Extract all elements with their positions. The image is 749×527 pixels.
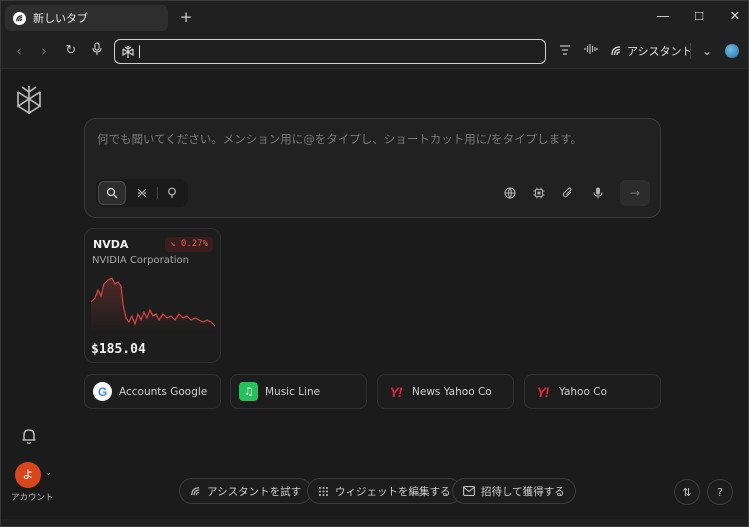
attach-button[interactable]	[559, 184, 577, 202]
grid-icon	[318, 486, 329, 497]
stock-company: NVIDIA Corporation	[92, 255, 190, 266]
try-assistant-button[interactable]: アシスタントを試す	[179, 478, 313, 504]
shortcut-news-yahoo[interactable]: Y! News Yahoo Co	[377, 374, 514, 409]
tab-new-tab[interactable]: 新しいタブ	[5, 5, 168, 31]
stock-sparkline	[91, 277, 215, 332]
music-line-icon: ♫	[239, 382, 258, 401]
assistant-icon	[190, 486, 201, 497]
account-label[interactable]: アカウント	[11, 491, 54, 503]
shortcut-yahoo[interactable]: Y! Yahoo Co	[524, 374, 661, 409]
microphone-icon	[92, 42, 102, 55]
mode-selector	[96, 179, 188, 207]
microphone-icon	[593, 187, 603, 199]
new-tab-button[interactable]: +	[177, 7, 195, 27]
lightbulb-icon	[168, 187, 176, 198]
yahoo-icon: Y!	[536, 383, 550, 400]
labs-mode-button[interactable]	[158, 181, 186, 205]
voice-search-button[interactable]	[88, 42, 106, 60]
invite-button[interactable]: 招待して獲得する	[452, 478, 576, 504]
search-icon	[106, 187, 118, 199]
help-button[interactable]: ?	[707, 479, 733, 505]
browser-window: 新しいタブ + — ☐ ✕ ‹ › ↻ アシスタント ⌄ 何でも聞いてください。…	[0, 0, 749, 527]
stock-widget[interactable]: NVDA ↘ 0.27% NVIDIA Corporation $185.04	[84, 228, 221, 363]
shortcut-label: Accounts Google	[119, 385, 208, 398]
language-button[interactable]	[501, 184, 519, 202]
stock-change-badge: ↘ 0.27%	[165, 237, 213, 252]
perplexity-favicon-icon	[13, 11, 26, 25]
google-icon: G	[93, 382, 112, 401]
chip-icon	[533, 187, 545, 199]
edit-widgets-button[interactable]: ウィジェットを編集する	[307, 478, 462, 504]
assistant-icon	[611, 46, 621, 56]
chevron-down-icon[interactable]: ⌄	[45, 468, 52, 477]
research-mode-button[interactable]	[128, 181, 156, 205]
search-placeholder[interactable]: 何でも聞いてください。メンション用に@をタイプし、ショートカット用に/をタイプし…	[97, 131, 582, 147]
invite-label: 招待して獲得する	[481, 485, 565, 498]
shortcut-label: Music Line	[265, 385, 321, 398]
back-button[interactable]: ‹	[10, 42, 28, 60]
reload-button[interactable]: ↻	[62, 42, 80, 60]
menu-chevron-button[interactable]: ⌄	[698, 42, 716, 60]
taskbar-strip	[1, 519, 748, 526]
shortcut-music-line[interactable]: ♫ Music Line	[230, 374, 367, 409]
mail-icon	[463, 486, 475, 496]
search-mode-button[interactable]	[98, 181, 126, 205]
avatar[interactable]: よ	[15, 462, 41, 488]
audio-button[interactable]	[582, 42, 600, 60]
translate-icon: ⇅	[682, 485, 692, 499]
stock-ticker: NVDA	[93, 238, 129, 251]
shortcut-label: Yahoo Co	[559, 385, 607, 398]
stock-price: $185.04	[91, 342, 146, 357]
toolbar: ‹ › ↻ アシスタント ⌄	[1, 34, 748, 69]
address-bar[interactable]	[114, 39, 546, 64]
tab-title: 新しいタブ	[33, 12, 88, 25]
close-button[interactable]: ✕	[720, 7, 749, 27]
assistant-label: アシスタント	[627, 45, 693, 58]
perplexity-logo-icon	[122, 45, 134, 58]
assistant-button[interactable]: アシスタント	[610, 42, 693, 60]
reader-mode-button[interactable]	[556, 42, 574, 60]
sparkline-area	[91, 278, 215, 332]
profile-globe-icon[interactable]	[725, 44, 739, 58]
yahoo-icon: Y!	[389, 383, 403, 400]
paperclip-icon	[562, 187, 572, 198]
edit-widgets-label: ウィジェットを編集する	[335, 485, 451, 498]
maximize-button[interactable]: ☐	[684, 7, 714, 27]
submit-button[interactable]: →	[620, 180, 650, 206]
notifications-bell-icon[interactable]	[20, 427, 38, 445]
lines-icon	[560, 45, 570, 55]
dictation-button[interactable]	[589, 184, 607, 202]
globe-icon	[504, 187, 516, 199]
waveform-icon	[584, 44, 598, 54]
toolbar-divider	[690, 43, 691, 59]
title-bar: 新しいタブ + — ☐ ✕	[1, 1, 748, 34]
shortcut-label: News Yahoo Co	[412, 385, 492, 398]
research-icon	[137, 188, 147, 198]
minimize-button[interactable]: —	[648, 7, 678, 27]
perplexity-logo-icon[interactable]	[15, 84, 43, 116]
search-box[interactable]: 何でも聞いてください。メンション用に@をタイプし、ショートカット用に/をタイプし…	[84, 118, 661, 218]
text-caret	[139, 45, 140, 58]
forward-button[interactable]: ›	[35, 42, 53, 60]
model-button[interactable]	[530, 184, 548, 202]
shortcut-accounts-google[interactable]: G Accounts Google	[84, 374, 221, 409]
translate-button[interactable]: ⇅	[674, 479, 700, 505]
try-assistant-label: アシスタントを試す	[207, 485, 302, 498]
